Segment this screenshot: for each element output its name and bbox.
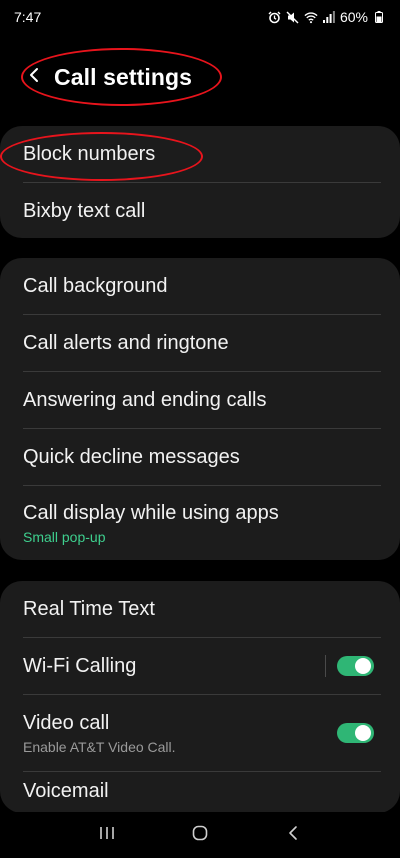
- recents-icon: [99, 826, 115, 845]
- toggle-knob: [355, 725, 371, 741]
- page-title: Call settings: [54, 64, 193, 90]
- screen: 7:47 60% Call settings Block numbers Bix…: [0, 0, 400, 858]
- settings-group-3: Real Time Text Wi-Fi Calling Video call …: [0, 581, 400, 813]
- settings-item-label: Bixby text call: [23, 199, 146, 222]
- settings-item-label: Real Time Text: [23, 598, 155, 620]
- wifi-calling-toggle[interactable]: [337, 656, 374, 676]
- battery-icon: [372, 10, 386, 24]
- battery-percent: 60%: [339, 9, 368, 25]
- settings-item-label: Video call: [23, 712, 110, 734]
- settings-item-label: Quick decline messages: [23, 446, 240, 468]
- settings-item-voicemail[interactable]: Voicemail: [0, 772, 400, 813]
- settings-item-sub: Small pop-up: [23, 529, 106, 545]
- settings-group-2: Call background Call alerts and ringtone…: [0, 258, 400, 560]
- settings-item-text: Call display while using apps Small pop-…: [23, 500, 279, 546]
- settings-item-video-call[interactable]: Video call Enable AT&T Video Call.: [0, 695, 400, 771]
- recents-button[interactable]: [87, 815, 127, 855]
- settings-item-call-display[interactable]: Call display while using apps Small pop-…: [0, 486, 400, 560]
- video-call-toggle[interactable]: [337, 723, 374, 743]
- home-icon: [192, 825, 208, 846]
- settings-item-wifi-calling[interactable]: Wi-Fi Calling: [0, 638, 400, 694]
- status-time: 7:47: [14, 9, 42, 25]
- settings-item-label: Block numbers: [23, 143, 156, 165]
- app-bar: Call settings: [0, 46, 400, 108]
- settings-item-label: Voicemail: [23, 780, 109, 802]
- wifi-calling-icon: [304, 10, 318, 24]
- settings-item-answering-ending[interactable]: Answering and ending calls: [0, 372, 400, 428]
- mute-icon: [286, 10, 300, 24]
- settings-item-text: Video call Enable AT&T Video Call.: [23, 710, 176, 756]
- settings-group-1: Block numbers Bixby text call: [0, 126, 400, 238]
- settings-item-label: Wi-Fi Calling: [23, 655, 137, 677]
- navigation-bar: [0, 812, 400, 858]
- settings-item-label: Call display while using apps: [23, 502, 279, 524]
- settings-item-label: Call background: [23, 275, 168, 297]
- settings-item-real-time-text[interactable]: Real Time Text: [0, 581, 400, 637]
- signal-icon: [322, 10, 336, 24]
- settings-item-quick-decline[interactable]: Quick decline messages: [0, 429, 400, 485]
- settings-item-call-background[interactable]: Call background: [0, 258, 400, 314]
- back-icon: [288, 825, 298, 846]
- back-button[interactable]: [22, 62, 46, 92]
- settings-item-bixby-text-call[interactable]: Bixby text call: [0, 183, 400, 238]
- alarm-icon: [268, 10, 282, 24]
- settings-item-call-alerts[interactable]: Call alerts and ringtone: [0, 315, 400, 371]
- toggle-knob: [355, 658, 371, 674]
- settings-item-sub: Enable AT&T Video Call.: [23, 739, 176, 755]
- vertical-separator: [325, 655, 326, 677]
- settings-item-label: Answering and ending calls: [23, 389, 267, 411]
- status-bar: 7:47 60%: [0, 0, 400, 34]
- settings-item-label: Call alerts and ringtone: [23, 332, 229, 354]
- settings-item-block-numbers[interactable]: Block numbers: [0, 126, 400, 182]
- nav-back-button[interactable]: [273, 815, 313, 855]
- chevron-left-icon: [29, 67, 39, 88]
- home-button[interactable]: [180, 815, 220, 855]
- status-icons: 60%: [268, 9, 386, 25]
